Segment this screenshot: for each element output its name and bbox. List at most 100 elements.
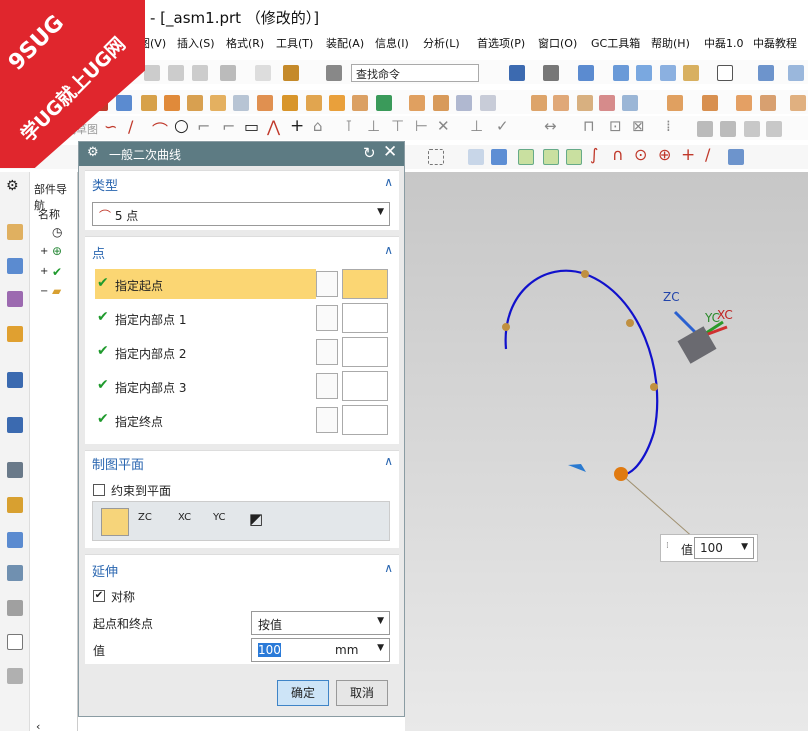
make-corner-icon[interactable]: ⊢ (415, 117, 428, 135)
constrain-checkbox[interactable] (93, 484, 105, 496)
shell-icon[interactable] (306, 95, 322, 111)
mirror-icon[interactable] (352, 95, 368, 111)
extension-section-title[interactable]: 延伸 (92, 561, 118, 580)
menu-assembly[interactable]: 装配(A) (326, 35, 364, 51)
weld-icon[interactable] (702, 95, 718, 111)
plane-section-title[interactable]: 制图平面 (92, 454, 144, 473)
assembly-navigator-icon[interactable] (7, 224, 23, 240)
blank-icon[interactable] (7, 634, 23, 650)
history-node-icon[interactable]: ◷ (52, 225, 62, 239)
curve-point-inner-2[interactable] (581, 270, 589, 278)
command-finder-icon[interactable] (283, 65, 299, 81)
render-icon[interactable] (543, 65, 559, 81)
thicken-icon[interactable] (622, 95, 638, 111)
xc-plane-icon[interactable]: XC (178, 512, 191, 523)
chamfer-sketch-icon[interactable]: ⌐ (222, 117, 235, 136)
part-icon[interactable] (636, 65, 652, 81)
point-icon[interactable]: + (290, 116, 304, 136)
callout-value-field[interactable]: 100 ▼ (694, 537, 754, 559)
custom-plane-icon[interactable]: ◩ (249, 510, 263, 528)
relations-icon[interactable]: ⊠ (632, 117, 645, 135)
snap-on-curve-icon[interactable]: / (705, 145, 710, 164)
trim-body-icon[interactable] (409, 95, 425, 111)
menu-zhonglei-tutorial[interactable]: 中磊教程 (753, 35, 797, 51)
dialog-gear-icon[interactable]: ⚙ (87, 145, 99, 160)
corner-icon[interactable]: ⊤ (391, 117, 404, 135)
start-end-dropdown[interactable]: 按值 ▼ (251, 611, 390, 635)
assembly-feature-icon[interactable] (667, 95, 683, 111)
inferred-point-dropdown[interactable] (342, 269, 388, 299)
reset-icon[interactable]: ↻ (363, 144, 376, 162)
expand-icon-2[interactable]: + (40, 266, 48, 277)
snap-point-icon[interactable]: + (681, 145, 695, 165)
snap-view-icon[interactable] (788, 65, 804, 81)
point-row-start[interactable]: ✔ 指定起点 (95, 269, 316, 299)
cancel-button[interactable]: 取消 (336, 680, 388, 706)
more-feature-icon[interactable] (790, 95, 806, 111)
collapse-caret-icon[interactable]: ∧ (384, 175, 393, 189)
select-body-icon[interactable] (468, 149, 484, 165)
symmetric-checkbox[interactable]: ✔ (93, 590, 105, 602)
yc-plane-icon[interactable]: YC (213, 512, 226, 523)
point-dialog-button[interactable] (316, 339, 338, 365)
undo-icon[interactable] (220, 65, 236, 81)
collapse-icon[interactable]: − (40, 286, 48, 297)
sew-icon[interactable] (456, 95, 472, 111)
sketch-settings-icon[interactable] (697, 121, 713, 137)
points-section-title[interactable]: 点 (92, 243, 105, 262)
boss-icon[interactable] (187, 95, 203, 111)
gear-icon[interactable]: ⚙ (6, 178, 19, 194)
menu-help[interactable]: 帮助(H) (651, 35, 690, 51)
curve-point-start[interactable] (614, 467, 628, 481)
point-dialog-button[interactable] (316, 373, 338, 399)
curve-point-end[interactable] (650, 383, 658, 391)
wrap-icon[interactable] (577, 95, 593, 111)
layer-icon[interactable] (683, 65, 699, 81)
type-dropdown[interactable]: ⌒ 5 点 ▼ (92, 202, 390, 226)
menu-analysis[interactable]: 分析(L) (423, 35, 460, 51)
reattach-icon[interactable] (720, 121, 736, 137)
wireframe-icon[interactable] (613, 65, 629, 81)
alternate-solution-icon[interactable]: ⁞ (666, 117, 671, 135)
chamfer-icon[interactable] (282, 95, 298, 111)
dimension-icon[interactable]: ↔ (544, 117, 557, 135)
profile-icon[interactable]: ∽ (104, 117, 117, 136)
process-studio-icon[interactable] (7, 532, 23, 548)
inferred-point-dropdown[interactable] (342, 303, 388, 333)
zc-plane-icon[interactable]: ZC (138, 512, 152, 523)
point-dialog-button[interactable] (316, 305, 338, 331)
select-box-icon[interactable] (428, 149, 444, 165)
paste-icon[interactable] (192, 65, 208, 81)
value-field[interactable]: 100 mm ▼ (251, 638, 390, 662)
pattern-icon[interactable] (329, 95, 345, 111)
revolve-icon[interactable] (141, 95, 157, 111)
snap-face-icon[interactable] (728, 149, 744, 165)
color-icon[interactable] (717, 65, 733, 81)
curve-point-inner-3[interactable] (626, 319, 634, 327)
ok-button[interactable]: 确定 (277, 680, 329, 706)
copy-icon[interactable] (168, 65, 184, 81)
selection-filter-icon[interactable] (326, 65, 342, 81)
part-navigator-icon[interactable] (7, 291, 23, 307)
expand-icon[interactable]: + (40, 246, 48, 257)
menu-tools[interactable]: 工具(T) (276, 35, 313, 51)
list-icon[interactable] (7, 668, 23, 684)
point-row-inner-2[interactable]: ✔ 指定内部点 2 (95, 337, 320, 367)
menu-gc-toolbox[interactable]: GC工具箱 (591, 35, 640, 51)
draft-icon[interactable] (531, 95, 547, 111)
collapse-caret-icon[interactable]: ∧ (384, 454, 393, 468)
mold-icon[interactable] (736, 95, 752, 111)
check-node-icon[interactable]: ✔ (52, 265, 62, 279)
menu-window[interactable]: 窗口(O) (538, 35, 577, 51)
cut-icon[interactable] (144, 65, 160, 81)
extrude-icon[interactable] (116, 95, 132, 111)
collapse-caret-icon[interactable]: ∧ (384, 561, 393, 575)
type-section-title[interactable]: 类型 (92, 175, 118, 194)
snap-line-icon[interactable] (566, 149, 582, 165)
pocket-icon[interactable] (210, 95, 226, 111)
arc-icon[interactable]: ⌒ (152, 117, 168, 141)
search-input[interactable]: 查找命令 (351, 64, 479, 82)
inferred-point-dropdown[interactable] (342, 405, 388, 435)
point-row-end[interactable]: ✔ 指定终点 (95, 405, 320, 435)
snap-mid-icon[interactable] (543, 149, 559, 165)
